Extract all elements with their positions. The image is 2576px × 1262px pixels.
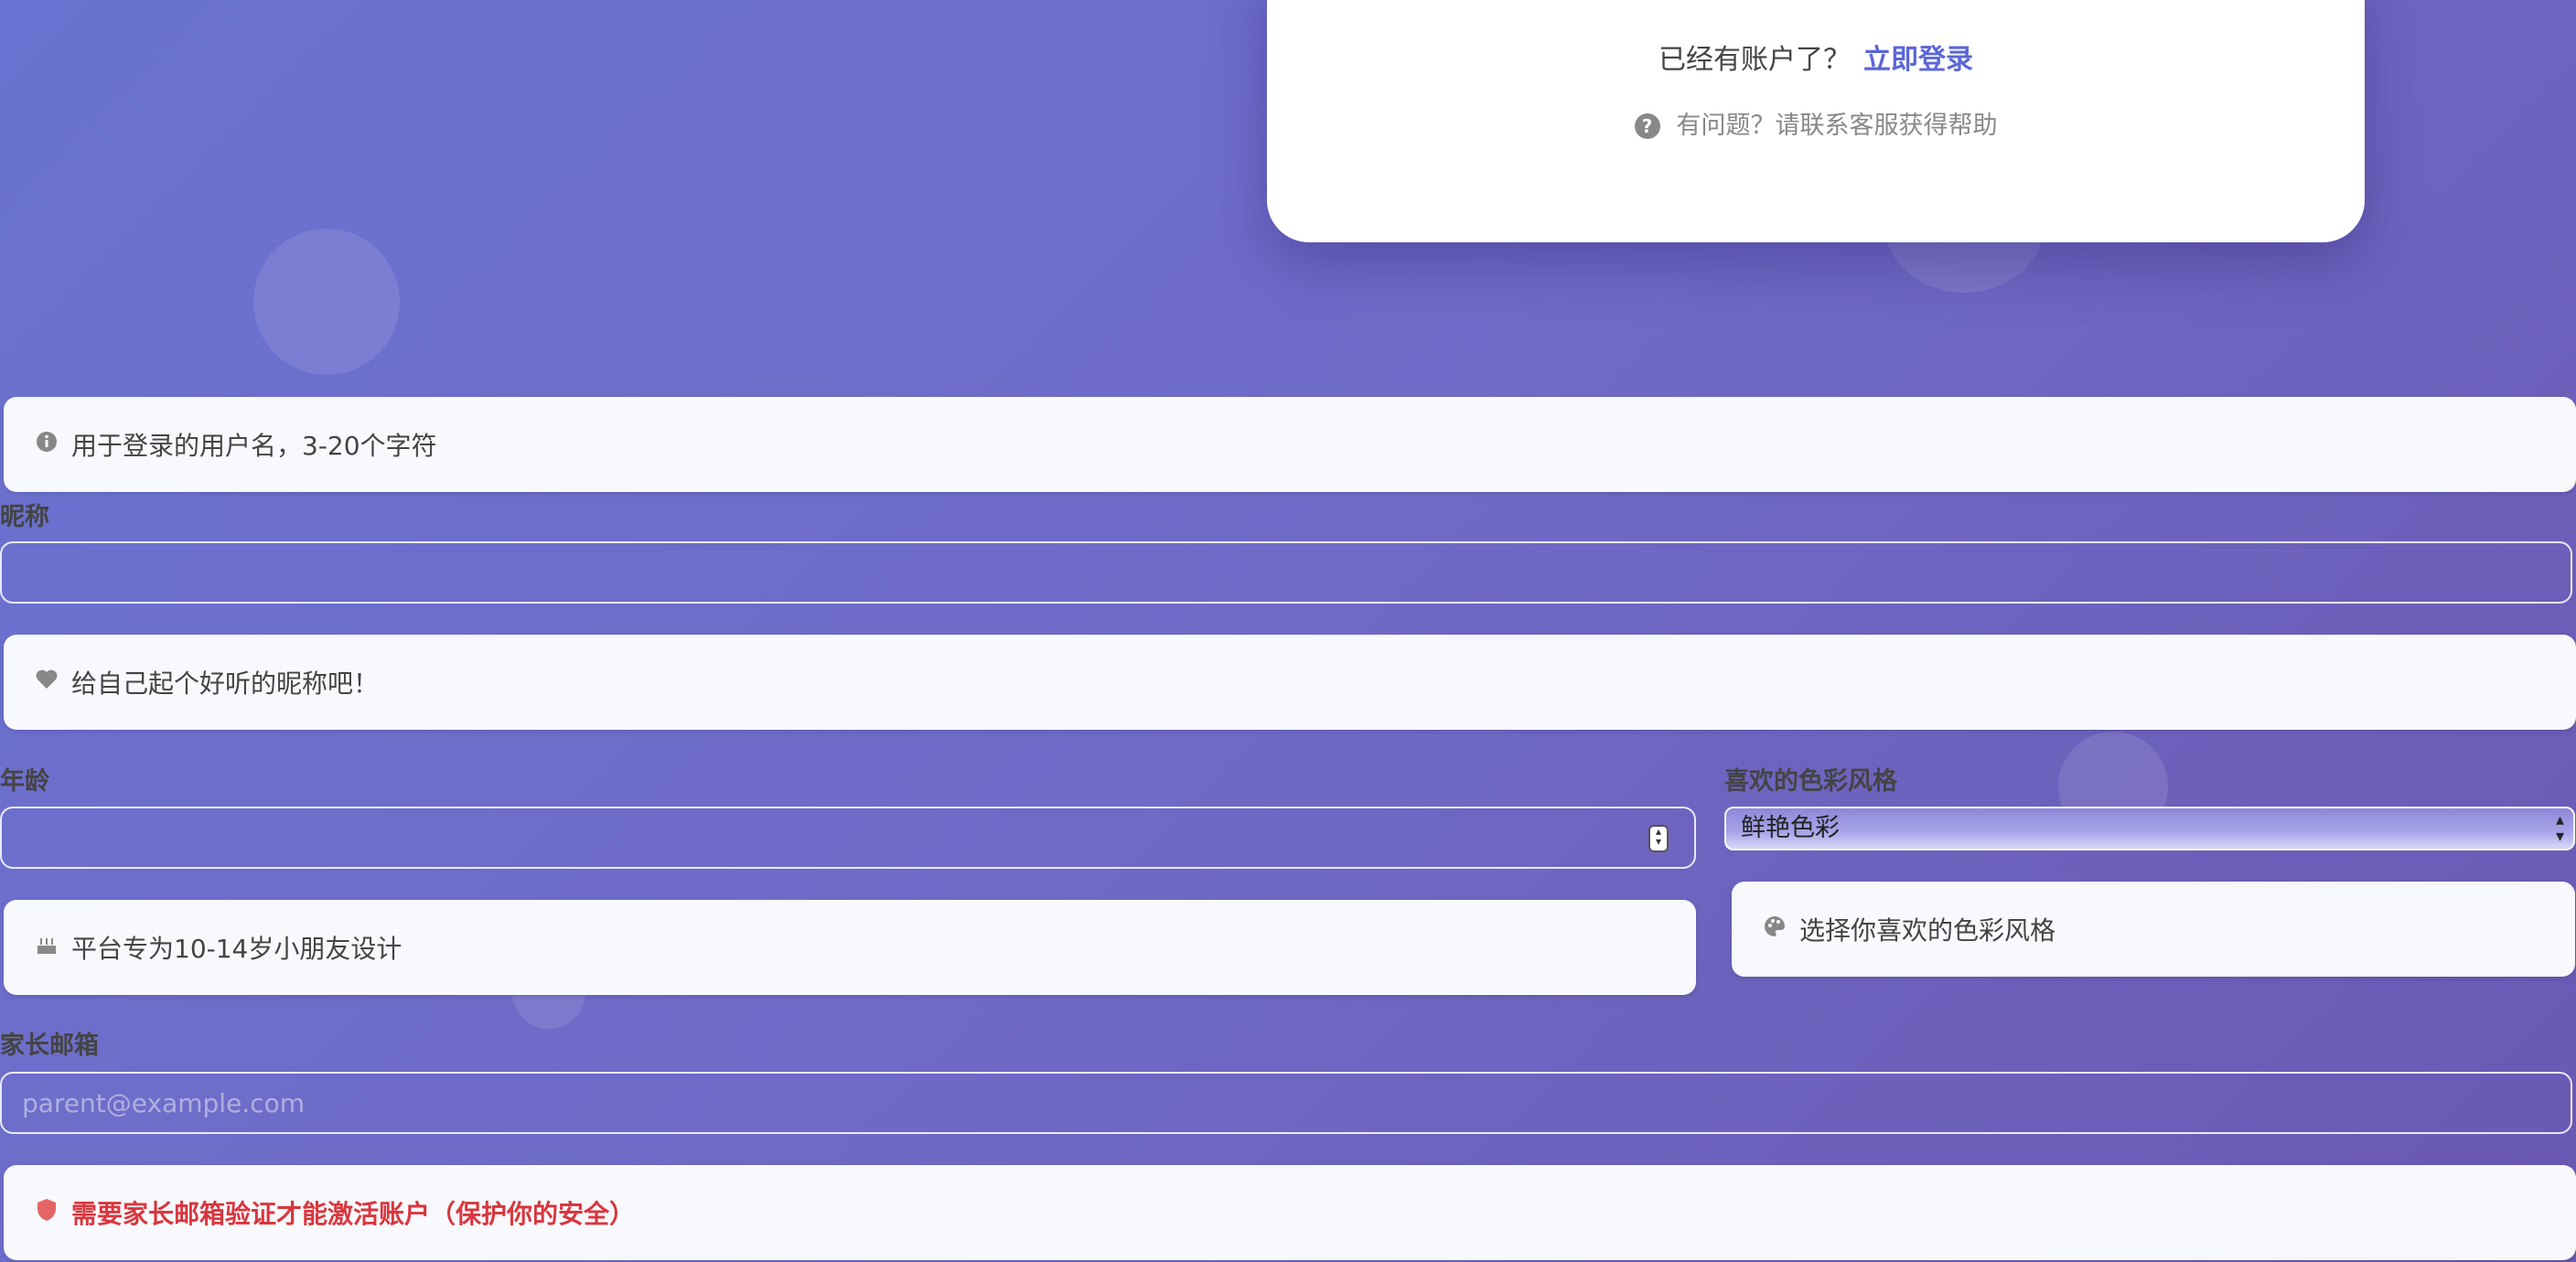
- question-circle-icon: ?: [1634, 113, 1660, 139]
- color-style-label: 喜欢的色彩风格: [1724, 767, 1897, 796]
- heart-icon: [35, 668, 59, 697]
- nickname-input[interactable]: [0, 541, 2572, 604]
- nickname-label: 昵称: [0, 503, 49, 531]
- color-style-hint-text: 选择你喜欢的色彩风格: [1799, 915, 2056, 946]
- palette-icon: [1763, 914, 1787, 945]
- age-stepper[interactable]: ▴ ▾: [1648, 825, 1669, 852]
- username-hint-text: 用于登录的用户名，3-20个字符: [71, 431, 437, 461]
- nickname-hint-text: 给自己起个好听的昵称吧！: [71, 668, 380, 699]
- color-style-select[interactable]: 鲜艳色彩 ▴ ▾: [1724, 807, 2575, 850]
- nickname-hint: 给自己起个好听的昵称吧！: [4, 635, 2576, 730]
- age-input[interactable]: [0, 807, 1696, 869]
- birthday-cake-icon: [35, 934, 59, 962]
- parent-email-input[interactable]: [0, 1072, 2572, 1134]
- age-hint-text: 平台专为10-14岁小朋友设计: [71, 934, 402, 964]
- age-hint: 平台专为10-14岁小朋友设计: [4, 900, 1696, 995]
- username-hint: 用于登录的用户名，3-20个字符: [4, 397, 2576, 492]
- register-card: 已经有账户了？ 立即登录 ? 有问题？请联系客服获得帮助: [1267, 0, 2365, 242]
- login-prompt-text: 已经有账户了？: [1658, 44, 1851, 76]
- parent-email-hint-text: 需要家长邮箱验证才能激活账户（保护你的安全）: [71, 1199, 636, 1229]
- login-prompt-row: 已经有账户了？ 立即登录: [1267, 37, 2365, 77]
- login-link[interactable]: 立即登录: [1863, 44, 1973, 76]
- color-style-hint: 选择你喜欢的色彩风格: [1732, 882, 2575, 977]
- parent-email-hint: 需要家长邮箱验证才能激活账户（保护你的安全）: [4, 1165, 2576, 1260]
- decor-bubble: [253, 229, 400, 375]
- color-style-selected: 鲜艳色彩: [1741, 814, 1840, 842]
- age-label: 年龄: [0, 767, 49, 796]
- shield-icon: [35, 1198, 59, 1228]
- help-row[interactable]: ? 有问题？请联系客服获得帮助: [1267, 105, 2365, 141]
- parent-email-label: 家长邮箱: [0, 1032, 99, 1060]
- age-field-wrap: ▴ ▾: [0, 807, 1696, 869]
- select-arrow-icon: ▴ ▾: [2555, 810, 2564, 846]
- info-circle-icon: [35, 431, 59, 459]
- help-text: 有问题？请联系客服获得帮助: [1676, 112, 1998, 140]
